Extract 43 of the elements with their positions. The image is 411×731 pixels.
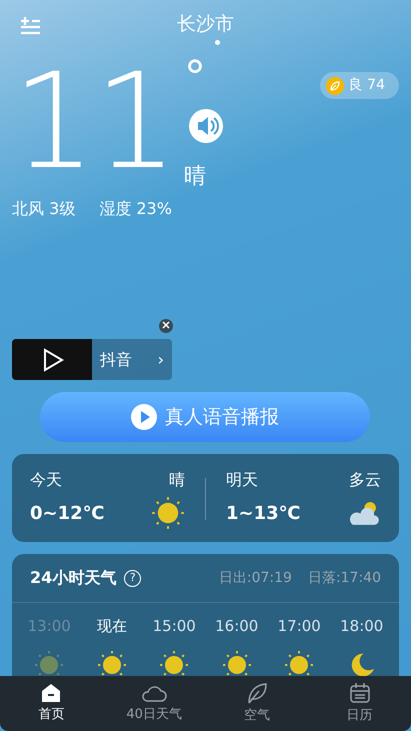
hour-label: 17:00 — [278, 616, 321, 637]
calendar-icon — [348, 682, 371, 704]
day-label: 明天 — [226, 469, 258, 491]
leaf-icon — [326, 76, 344, 94]
play-icon — [131, 404, 157, 430]
weather-condition: 晴 — [184, 163, 206, 191]
humidity-text: 湿度 23% — [99, 198, 172, 220]
temperature: 11 — [12, 56, 176, 193]
hour-label: 13:00 — [28, 616, 71, 637]
hour-label: 18:00 — [340, 616, 384, 637]
sun-icon — [151, 496, 185, 530]
help-icon[interactable]: ? — [124, 570, 142, 586]
wind-text: 北风 3级 — [12, 198, 76, 220]
sun-icon — [284, 650, 314, 676]
weather-condition: 多云 — [349, 469, 381, 491]
air-quality-text: 良 74 — [348, 76, 385, 95]
section-title: 24小时天气 — [30, 567, 116, 589]
temperature-range: 0~12℃ — [30, 502, 104, 526]
leaf-icon — [246, 682, 268, 704]
nav-tab[interactable]: 40日天气 — [102, 676, 206, 731]
sunrise-time: 日出:07:19 — [218, 568, 292, 588]
degree-symbol: ° — [184, 56, 206, 100]
weather-condition: 晴 — [169, 469, 185, 491]
sun-icon — [34, 650, 64, 676]
hour-label: 现在 — [96, 616, 127, 637]
sun-icon — [222, 650, 252, 676]
nav-tab[interactable]: 日历 — [308, 676, 411, 731]
chevron-icon: › — [158, 348, 164, 372]
day-label: 今天 — [30, 469, 62, 491]
page-indicator-dot — [215, 40, 220, 45]
nav-tab[interactable]: 首页 — [0, 676, 103, 731]
sun-icon — [159, 650, 190, 676]
close-button[interactable] — [159, 319, 173, 333]
temperature-range: 1~13℃ — [226, 502, 300, 526]
sunset-time: 日落:17:40 — [308, 568, 381, 588]
close-icon — [162, 321, 170, 330]
hour-label: 15:00 — [152, 616, 196, 637]
nav-tab[interactable]: 空气 — [206, 676, 308, 731]
home-icon — [40, 682, 62, 703]
ad-title: 抖音 — [100, 348, 132, 370]
menu-icon[interactable] — [20, 14, 42, 35]
hour-label: 16:00 — [215, 616, 258, 637]
sun-icon — [96, 650, 127, 676]
